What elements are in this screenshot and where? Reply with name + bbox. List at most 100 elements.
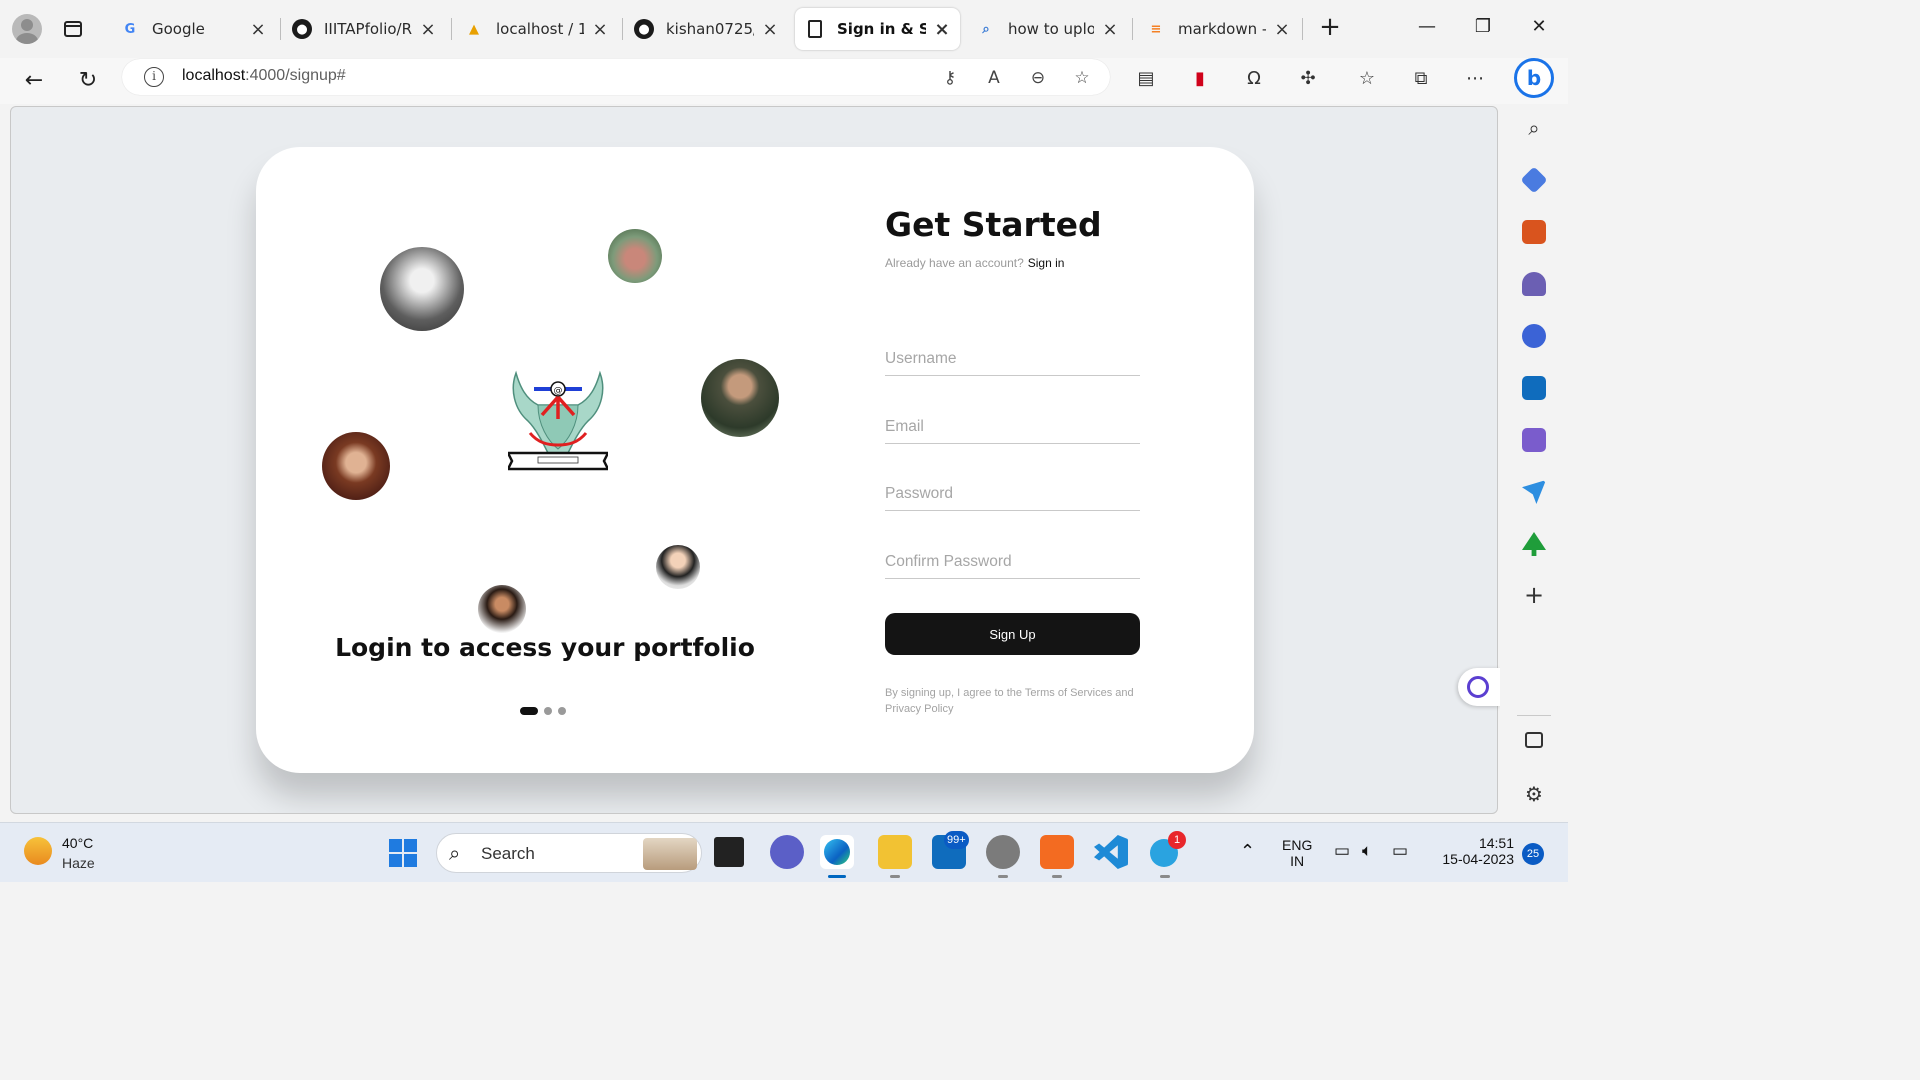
clock-time: 14:51	[1478, 835, 1514, 851]
file-explorer-icon[interactable]	[878, 835, 912, 878]
search-icon[interactable]: ⌕	[1522, 116, 1546, 140]
collections-icon[interactable]: ▤	[1131, 64, 1161, 94]
tab-signin-active[interactable]: Sign in & Sign ×	[795, 8, 960, 50]
restore-icon[interactable]: ❐	[1463, 12, 1503, 42]
favorites-icon[interactable]: ☆	[1352, 64, 1382, 94]
chevron-up-icon[interactable]: ⌃	[1240, 841, 1255, 862]
tab-markdown[interactable]: ≡ markdown - H ×	[1136, 8, 1300, 50]
clock[interactable]: 14:51 15-04-2023	[1430, 835, 1514, 867]
shopping-tag-icon[interactable]	[1520, 166, 1548, 194]
user-avatar	[608, 229, 662, 283]
battery-icon[interactable]: ▭	[1392, 841, 1408, 861]
language-code: ENG	[1282, 837, 1313, 853]
close-tab-icon[interactable]: ×	[1102, 19, 1118, 40]
omega-extension-icon[interactable]: Ω	[1239, 64, 1269, 94]
edge-browser-icon[interactable]	[820, 835, 854, 878]
user-avatar	[380, 247, 464, 331]
close-tab-icon[interactable]: ×	[420, 19, 436, 40]
send-icon[interactable]	[1522, 480, 1546, 504]
clock-date: 15-04-2023	[1442, 851, 1514, 867]
notification-count-badge[interactable]: 25	[1522, 843, 1544, 865]
microsoft-365-icon[interactable]	[1522, 324, 1546, 348]
outlook-icon[interactable]	[1522, 376, 1546, 400]
email-field[interactable]	[885, 411, 1140, 444]
more-icon[interactable]: ⋯	[1460, 64, 1490, 94]
url-text[interactable]: localhost:4000/signup#	[182, 67, 346, 85]
tab-kishan-github[interactable]: ● kishan0725/H ×	[624, 8, 788, 50]
tab-iiitapfolio[interactable]: ● IIITAPfolio/RE ×	[282, 8, 446, 50]
sidebar-toggle-icon[interactable]	[1525, 732, 1543, 748]
username-field[interactable]	[885, 343, 1140, 376]
add-favorite-icon[interactable]: ☆	[1070, 66, 1094, 90]
page-viewport: @ Login to access your portfolio Get Sta…	[10, 106, 1498, 814]
tab-strip: G Google × ● IIITAPfolio/RE × ▲ localhos…	[0, 0, 1568, 58]
site-info-icon[interactable]: i	[144, 67, 164, 87]
tab-title: IIITAPfolio/RE	[324, 20, 412, 38]
task-view-icon[interactable]	[714, 837, 744, 867]
new-tab-icon[interactable]: +	[1316, 14, 1344, 42]
tab-phpmyadmin[interactable]: ▲ localhost / 12 ×	[454, 8, 618, 50]
extension-color-icon[interactable]: ▮	[1185, 64, 1215, 94]
carousel-dot[interactable]	[558, 707, 566, 715]
key-icon[interactable]: ⚷	[938, 66, 962, 90]
carousel-dot-active[interactable]	[520, 707, 538, 715]
designer-icon[interactable]	[1522, 428, 1546, 452]
close-tab-icon[interactable]: ×	[1274, 19, 1290, 40]
taskbar-search[interactable]: ⌕ Search	[436, 833, 702, 873]
confirm-password-field[interactable]	[885, 546, 1140, 579]
mail-icon[interactable]: 99+	[932, 831, 969, 869]
games-icon[interactable]	[1522, 272, 1546, 296]
profile-avatar[interactable]	[12, 14, 42, 44]
assistant-bubble-icon[interactable]	[1458, 668, 1500, 706]
network-icon[interactable]: ▭	[1334, 841, 1350, 861]
close-tab-icon[interactable]: ×	[762, 19, 778, 40]
close-tab-icon[interactable]: ×	[934, 19, 950, 40]
settings-icon[interactable]	[986, 835, 1020, 878]
carousel-dot[interactable]	[544, 707, 552, 715]
xampp-icon[interactable]	[1040, 835, 1074, 878]
signin-prompt: Already have an account? Sign in	[885, 256, 1064, 270]
tab-actions-icon[interactable]	[58, 14, 88, 44]
google-icon: G	[124, 21, 136, 37]
tools-icon[interactable]	[1522, 220, 1546, 244]
weather-haze-icon[interactable]	[24, 837, 52, 865]
collections-add-icon[interactable]: ⧉	[1406, 64, 1436, 94]
stackoverflow-icon: ≡	[1150, 21, 1162, 37]
search-label: Search	[481, 844, 535, 863]
edge-sidebar: ⌕ + ⚙	[1500, 104, 1568, 820]
tab-title: localhost / 12	[496, 20, 584, 38]
signup-button[interactable]: Sign Up	[885, 613, 1140, 655]
weather-temperature[interactable]: 40°C	[62, 835, 93, 851]
settings-gear-icon[interactable]: ⚙	[1522, 782, 1546, 806]
add-sidebar-icon[interactable]: +	[1522, 583, 1546, 608]
tab-title: how to upload	[1008, 20, 1094, 38]
volume-icon[interactable]: 🔈︎	[1362, 841, 1372, 861]
password-field[interactable]	[885, 478, 1140, 511]
teams-chat-icon[interactable]	[770, 835, 804, 869]
back-icon[interactable]: ←	[17, 64, 51, 98]
close-window-icon[interactable]: ✕	[1519, 12, 1559, 42]
signin-link[interactable]: Sign in	[1028, 256, 1065, 270]
windows-start-icon[interactable]	[389, 839, 417, 867]
user-avatar	[322, 432, 390, 500]
read-aloud-icon[interactable]: A	[982, 66, 1006, 90]
weather-condition[interactable]: Haze	[62, 855, 95, 871]
bing-copilot-icon[interactable]: b	[1514, 58, 1554, 98]
language-indicator[interactable]: ENG IN	[1282, 837, 1312, 869]
close-tab-icon[interactable]: ×	[250, 19, 266, 40]
tab-how-to-upload[interactable]: ⌕ how to upload ×	[966, 8, 1128, 50]
refresh-icon[interactable]: ↻	[71, 64, 105, 98]
user-avatar	[478, 585, 526, 633]
carousel-dots	[520, 707, 566, 715]
address-bar[interactable]: i localhost:4000/signup# ⚷ A ⊖ ☆	[122, 59, 1110, 95]
github-icon: ●	[292, 19, 312, 39]
minimize-icon[interactable]: —	[1407, 12, 1447, 42]
zoom-out-icon[interactable]: ⊖	[1026, 66, 1050, 90]
telegram-icon[interactable]: 1	[1148, 831, 1186, 878]
extensions-icon[interactable]: ✣	[1293, 64, 1323, 94]
close-tab-icon[interactable]: ×	[592, 19, 608, 40]
tree-icon[interactable]	[1522, 532, 1546, 556]
tab-google[interactable]: G Google ×	[110, 8, 276, 50]
vscode-icon[interactable]	[1094, 835, 1128, 869]
search-icon: ⌕	[449, 841, 461, 865]
